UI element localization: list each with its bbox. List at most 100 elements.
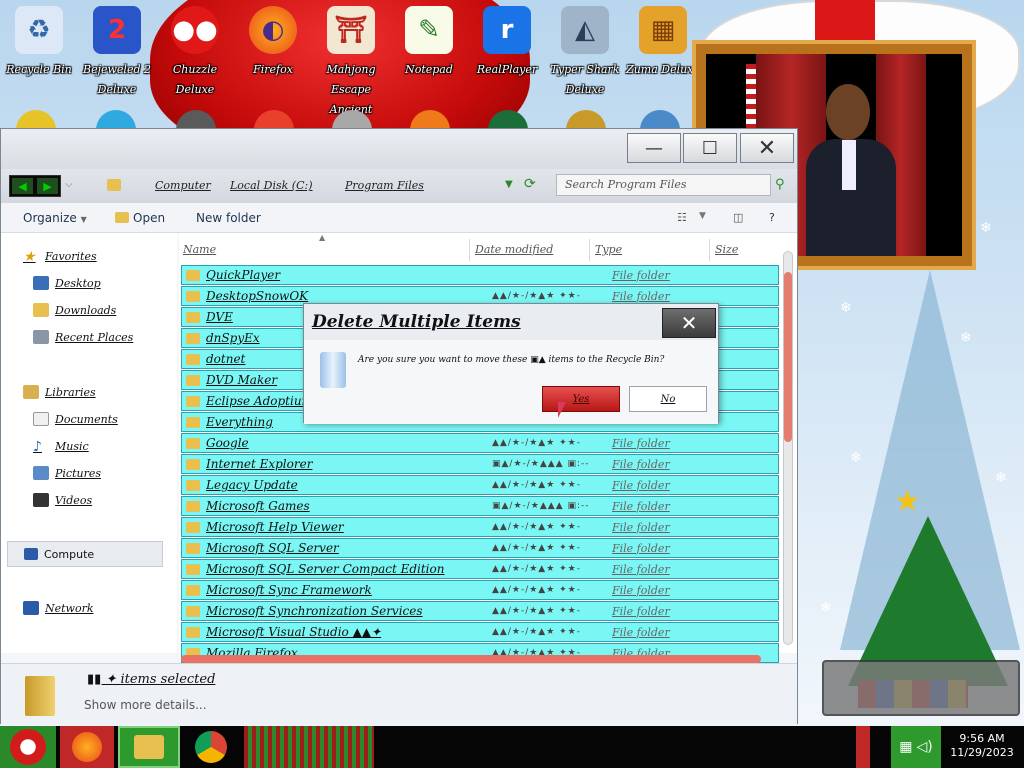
folder-icon <box>186 521 200 533</box>
desktop-icon-label: RealPlayer <box>476 63 538 76</box>
window-titlebar[interactable]: — ☐ ✕ <box>1 129 797 169</box>
nav-downloads[interactable]: Downloads <box>33 301 116 319</box>
nav-documents[interactable]: Documents <box>33 410 118 428</box>
column-header-name[interactable]: Name <box>183 243 216 256</box>
taskbar-clock[interactable]: 9:56 AM 11/29/2023 <box>944 732 1020 760</box>
nav-computer[interactable]: Compute <box>7 541 163 567</box>
nav-videos[interactable]: Videos <box>33 491 92 509</box>
desktop-icon-realplayer[interactable]: r RealPlayer <box>470 6 544 80</box>
search-icon[interactable]: ⚲ <box>775 177 785 192</box>
desktop-icon-partial[interactable] <box>16 110 56 130</box>
view-options-icon[interactable]: ☷ <box>677 211 687 224</box>
column-header-type[interactable]: Type <box>595 243 622 256</box>
table-row[interactable]: Microsoft Synchronization Services ▲▲/★-/… <box>181 601 779 621</box>
table-row[interactable]: Microsoft Help Viewer ▲▲/★-/★▲★ ✦★- File f… <box>181 517 779 537</box>
back-arrow-icon[interactable]: ◀ <box>12 178 33 194</box>
nav-libraries[interactable]: Libraries <box>23 383 96 401</box>
column-separator[interactable] <box>709 239 710 261</box>
dropdown-arrow-icon[interactable]: ▼ <box>505 179 513 190</box>
table-row[interactable]: Microsoft SQL Server Compact Edition ▲▲/★… <box>181 559 779 579</box>
start-button[interactable] <box>0 726 56 768</box>
network-icon <box>23 601 39 615</box>
desktop-icon-zuma[interactable]: ▦ Zuma Deluxe <box>626 6 700 80</box>
scroll-thumb[interactable] <box>784 272 792 442</box>
dialog-message: Are you sure you want to move these ▣▲ i… <box>358 355 665 365</box>
desktop-icon-partial[interactable] <box>566 110 606 130</box>
table-row[interactable]: Microsoft SQL Server ▲▲/★-/★▲★ ✦★- File fo… <box>181 538 779 558</box>
nav-label: Downloads <box>55 303 117 317</box>
taskbar: ▦ ◁) 9:56 AM 11/29/2023 <box>0 726 1024 768</box>
desktop-icon-partial[interactable] <box>640 110 680 130</box>
help-button[interactable]: ? <box>769 211 775 224</box>
downloads-icon <box>33 303 49 317</box>
file-date: ▲▲/★-/★▲★ ✦★- <box>492 627 581 637</box>
taskbar-active-item[interactable] <box>244 726 374 768</box>
nav-desktop[interactable]: Desktop <box>33 274 101 292</box>
nav-network[interactable]: Network <box>23 599 94 617</box>
table-row[interactable]: Google ▲▲/★-/★▲★ ✦★- File folder <box>181 433 779 453</box>
digital-clock-gadget[interactable] <box>822 660 1020 716</box>
nav-buttons: ◀ ▶ <box>9 175 61 197</box>
search-input[interactable]: Search Program Files <box>556 174 771 196</box>
horizontal-scrollbar[interactable] <box>181 655 761 663</box>
desktop-icon-recycle-bin[interactable]: ♻ Recycle Bin <box>2 6 76 80</box>
chevron-down-icon[interactable]: ⌵ <box>65 179 73 190</box>
nav-label: Music <box>55 439 89 453</box>
nav-favorites[interactable]: ★ Favorites <box>23 247 97 265</box>
folder-icon <box>186 353 200 365</box>
table-row[interactable]: Microsoft Games ▣▲/★-/★▲▲▲ ▣:-- File folde… <box>181 496 779 516</box>
chevron-down-icon[interactable]: ▼ <box>699 211 706 221</box>
taskbar-explorer[interactable] <box>118 726 180 768</box>
dialog-close-button[interactable]: ✕ <box>662 308 716 338</box>
desktop-icon-notepad[interactable]: ✎ Notepad <box>392 6 466 80</box>
column-separator[interactable] <box>469 239 470 261</box>
desktop-icon-typer-shark[interactable]: ◭ Typer Shark Deluxe <box>548 6 622 100</box>
nav-recent-places[interactable]: Recent Places <box>33 328 133 346</box>
vertical-scrollbar[interactable] <box>783 251 793 645</box>
no-button[interactable]: No <box>629 386 707 412</box>
desktop-icon-chuzzle[interactable]: ●● Chuzzle Deluxe <box>158 6 232 100</box>
nav-pictures[interactable]: Pictures <box>33 464 101 482</box>
breadcrumb-local-disk[interactable]: Local Disk (C:) <box>230 179 313 192</box>
table-row[interactable]: Microsoft Sync Framework ▲▲/★-/★▲★ ✦★- Fil… <box>181 580 779 600</box>
breadcrumb-computer[interactable]: Computer <box>155 179 211 192</box>
file-date: ▲▲/★-/★▲★ ✦★- <box>492 606 581 616</box>
desktop-icon-label: Chuzzle Deluxe <box>172 63 218 96</box>
tray-item[interactable] <box>856 726 870 768</box>
table-row[interactable]: Microsoft Visual Studio ▲▲✦ ▲▲/★-/★▲★ ✦★-… <box>181 622 779 642</box>
command-bar: Organize ▼ Open New folder ☷ ▼ ◫ ? <box>1 203 797 233</box>
organize-button[interactable]: Organize ▼ <box>23 211 87 225</box>
column-header-date[interactable]: Date modified <box>475 243 553 256</box>
column-header-size[interactable]: Size <box>715 243 738 256</box>
column-separator[interactable] <box>589 239 590 261</box>
mahjong-icon: ⛩ <box>327 6 375 54</box>
file-date: ▣▲/★-/★▲▲▲ ▣:-- <box>492 501 590 511</box>
desktop-icon-firefox[interactable]: ◐ Firefox <box>236 6 310 80</box>
breadcrumb-program-files[interactable]: Program Files <box>345 179 424 192</box>
taskbar-chrome[interactable] <box>186 726 236 768</box>
taskbar-firefox[interactable] <box>60 726 114 768</box>
forward-arrow-icon[interactable]: ▶ <box>37 178 58 194</box>
table-row[interactable]: QuickPlayer File folder <box>181 265 779 285</box>
yes-button[interactable]: Yes <box>542 386 620 412</box>
system-tray[interactable]: ▦ ◁) <box>891 726 941 768</box>
maximize-button[interactable]: ☐ <box>683 133 737 163</box>
desktop-icon-bejeweled[interactable]: 2 Bejeweled 2 Deluxe <box>80 6 154 100</box>
recycle-bin-icon <box>320 352 346 388</box>
nav-music[interactable]: ♪ Music <box>33 437 89 455</box>
folder-icon <box>186 290 200 302</box>
desktop-icon-partial[interactable] <box>96 110 136 130</box>
open-button[interactable]: Open <box>115 211 165 225</box>
snowflake-icon: ❄ <box>980 220 992 236</box>
table-row[interactable]: Internet Explorer ▣▲/★-/★▲▲▲ ▣:-- File fol… <box>181 454 779 474</box>
table-row[interactable]: Legacy Update ▲▲/★-/★▲★ ✦★- File folder <box>181 475 779 495</box>
refresh-icon[interactable]: ⟳ <box>524 176 536 192</box>
preview-pane-icon[interactable]: ◫ <box>733 211 743 224</box>
desktop-icon <box>33 276 49 290</box>
close-button[interactable]: ✕ <box>740 133 794 163</box>
documents-icon <box>33 412 49 426</box>
show-more-details-link[interactable]: Show more details... <box>84 698 207 712</box>
minimize-button[interactable]: — <box>627 133 681 163</box>
new-folder-button[interactable]: New folder <box>196 211 261 225</box>
folder-icon <box>186 374 200 386</box>
